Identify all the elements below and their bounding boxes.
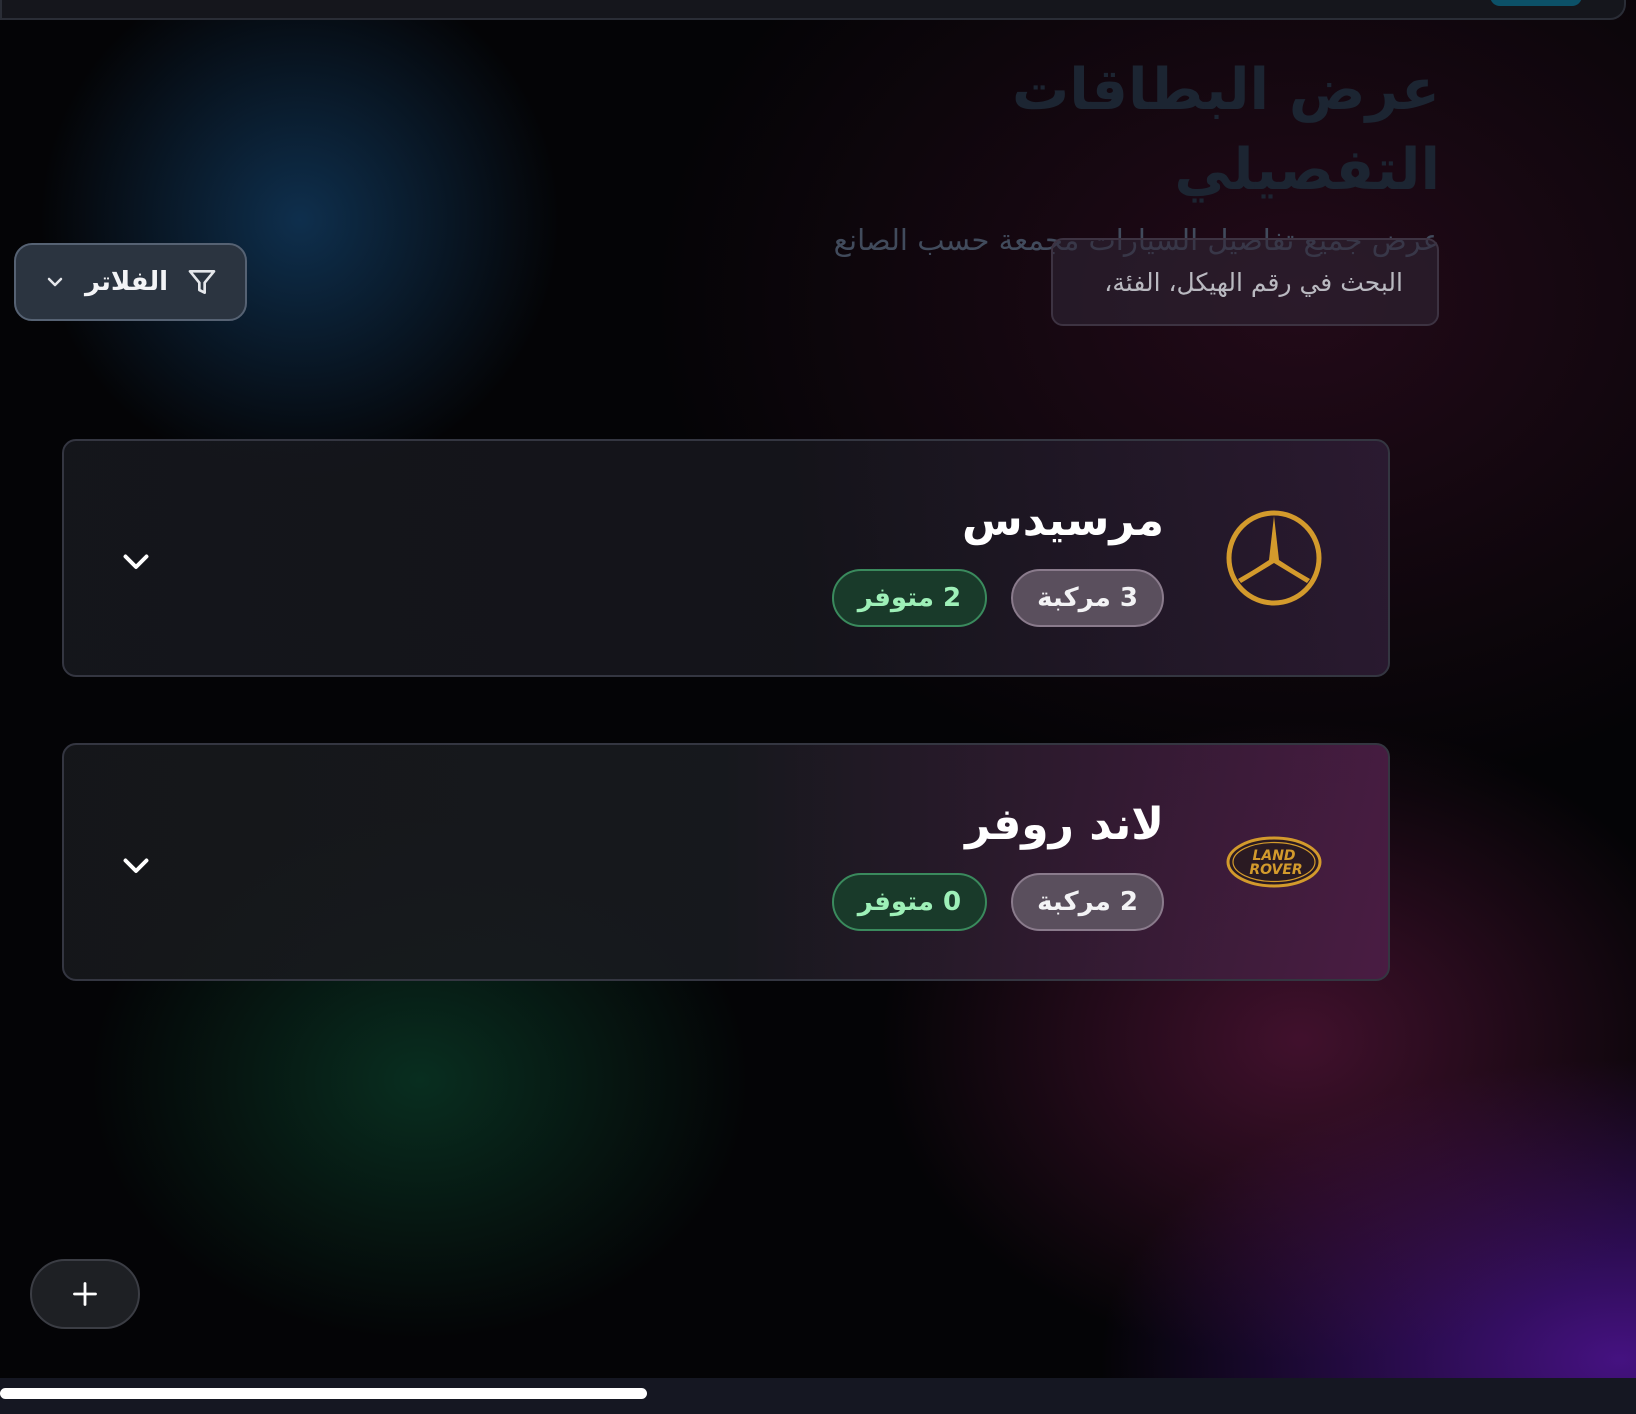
chevron-down-icon[interactable] bbox=[118, 543, 154, 579]
brand-card-land-rover[interactable]: LAND ROVER لاند روفر 2 مركبة 0 متوفر bbox=[62, 743, 1390, 981]
page-title: عرض البطاقات التفصيلي bbox=[1011, 57, 1440, 203]
plus-icon bbox=[73, 1282, 97, 1306]
brand-card-mercedes[interactable]: مرسيدس 3 مركبة 2 متوفر bbox=[62, 439, 1390, 677]
filters-button[interactable]: الفلاتر bbox=[14, 243, 247, 321]
add-button[interactable] bbox=[30, 1259, 140, 1329]
top-bar bbox=[0, 0, 1626, 20]
search-input[interactable] bbox=[1053, 240, 1437, 324]
chevron-down-icon[interactable] bbox=[118, 847, 154, 883]
vehicle-count-badge: 2 مركبة bbox=[1011, 873, 1164, 931]
brand-name: مرسيدس bbox=[962, 495, 1164, 546]
mercedes-star-logo-icon bbox=[1226, 510, 1322, 606]
app-root: عرض البطاقات التفصيلي عرض جميع تفاصيل ال… bbox=[0, 0, 1636, 1378]
chevron-down-icon bbox=[47, 277, 63, 287]
brand-badges: 3 مركبة 2 متوفر bbox=[831, 569, 1164, 627]
filter-icon bbox=[188, 270, 216, 294]
land-rover-logo-icon: LAND ROVER bbox=[1226, 836, 1322, 888]
available-count-badge: 0 متوفر bbox=[831, 873, 988, 931]
brand-name: لاند روفر bbox=[965, 799, 1164, 850]
available-count-badge: 2 متوفر bbox=[831, 569, 988, 627]
brand-badges: 2 مركبة 0 متوفر bbox=[831, 873, 1164, 931]
filters-label: الفلاتر bbox=[84, 267, 169, 297]
logo-text-rover: ROVER bbox=[1249, 862, 1302, 878]
horizontal-scrollbar-thumb[interactable] bbox=[0, 1388, 647, 1399]
search-box[interactable] bbox=[1051, 238, 1439, 326]
top-bar-badge[interactable] bbox=[1490, 0, 1582, 6]
page-header: عرض البطاقات التفصيلي عرض جميع تفاصيل ال… bbox=[780, 50, 1440, 258]
vehicle-count-badge: 3 مركبة bbox=[1011, 569, 1164, 627]
